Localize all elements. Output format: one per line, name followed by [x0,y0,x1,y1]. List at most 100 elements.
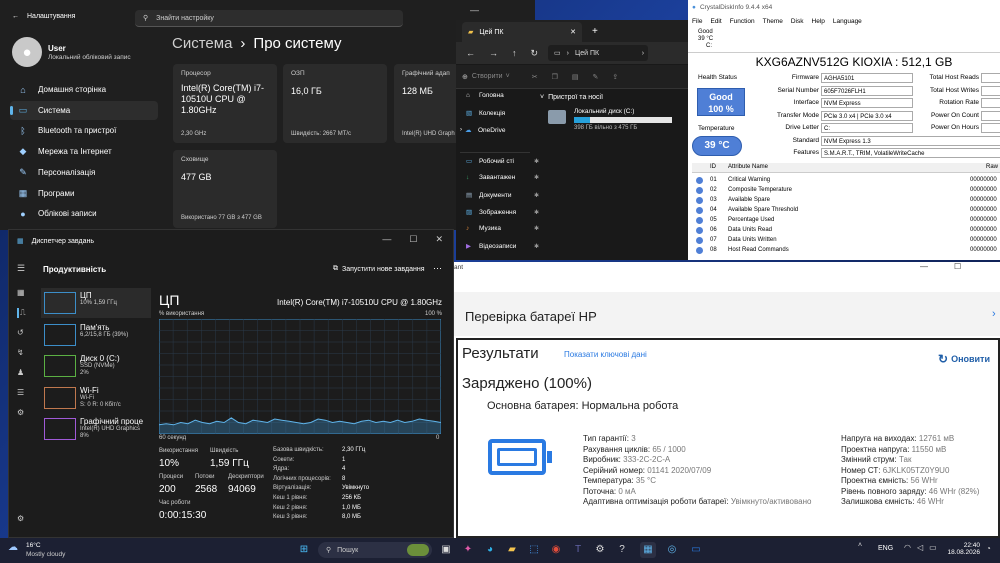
perf-item-1[interactable]: Пам'ять 6,2/15,8 ГБ (39%) [41,320,151,350]
settings-gear-icon[interactable]: ⚙ [17,514,24,523]
performance-icon[interactable]: ⎍ [17,308,26,318]
tray-chevron-icon[interactable]: ˄ [858,542,862,549]
smart-table-row[interactable]: 02 Composite Temperature 00000000 [692,186,1000,196]
sidebar-item-1[interactable]: ▭ Система [10,100,158,120]
explorer-nav-item-6[interactable]: ▨ Зображення ✱ [466,208,539,217]
smart-table-row[interactable]: 01 Critical Warning 00000000 [692,176,1000,186]
smart-table-row[interactable]: 03 Available Spare 00000000 [692,196,1000,206]
hp-taskbar-icon[interactable]: ▭ [688,542,704,558]
cdi-menu-item[interactable]: Edit [710,18,721,25]
clock[interactable]: 22:40 18.08.2026 [942,542,980,556]
wifi-icon[interactable]: ◠ [904,543,911,552]
run-new-task-button[interactable]: ⧉ Запустити нове завдання [333,265,425,273]
services-icon[interactable]: ⚙ [17,408,24,417]
smart-table-row[interactable]: 07 Data Units Written 00000000 [692,236,1000,246]
hamburger-icon[interactable]: ☰ [17,263,25,274]
cdi-menu-item[interactable]: File [692,18,702,25]
tm-minimize-button[interactable]: — [382,234,391,245]
rename-icon[interactable]: ✎ [592,73,598,81]
cdi-menu-item[interactable]: Function [730,18,755,25]
help-icon[interactable]: ? [614,542,630,558]
smart-table-row[interactable]: 05 Percentage Used 00000000 [692,216,1000,226]
app-history-icon[interactable]: ↺ [17,328,24,337]
app-icon-red[interactable]: ◉ [548,542,564,558]
language-indicator[interactable]: ENG [878,545,893,552]
battery-maximize-button[interactable]: ☐ [954,262,961,271]
battery-tray-icon[interactable]: ▭ [929,543,937,552]
volume-icon[interactable]: ◁ [917,543,923,552]
crystaldiskinfo-taskbar-icon[interactable]: ◎ [664,542,680,558]
explorer-nav-item-8[interactable]: ▶ Відеозаписи ✱ [466,242,539,251]
cdi-menu-item[interactable]: Language [833,18,862,25]
processes-icon[interactable]: ▦ [17,288,25,297]
perf-item-2[interactable]: Диск 0 (C:) SSD (NVMe) 2% [41,351,151,381]
weather-icon[interactable]: ☁ [8,542,18,553]
show-key-data-link[interactable]: Показати ключові дані [564,350,647,359]
battery-minimize-button[interactable]: — [920,262,928,271]
forward-icon[interactable]: → [489,48,498,58]
explorer-nav-item-0[interactable]: ⌂ Головна [466,92,504,99]
back-icon[interactable]: ← [466,48,475,58]
explorer-nav-item-3[interactable]: ▭ Робочий сті ✱ [466,157,539,166]
sidebar-item-5[interactable]: ▦ Програми [10,184,158,203]
battery-next-icon[interactable]: › [992,308,996,320]
notification-icon[interactable]: ◔ [986,544,991,553]
weather-text[interactable]: Mostly cloudy [26,551,65,558]
more-options-icon[interactable]: ⋯ [433,263,442,274]
explorer-nav-item-1[interactable]: ▧ Колекція [466,109,505,118]
create-button[interactable]: Створити [472,73,503,80]
drive-c-item[interactable]: Локальний диск (C:) 398 ГБ вільно з 475 … [548,108,688,134]
back-arrow-icon[interactable]: ← [12,13,19,20]
startup-apps-icon[interactable]: ↯ [17,348,24,357]
taskbar-search[interactable]: ⚲ Пошук [318,542,432,558]
refresh-button[interactable]: ↻ Оновити [938,352,990,366]
explorer-nav-item-2[interactable]: › ☁ OneDrive [460,126,505,135]
smart-table-row[interactable]: 04 Available Spare Threshold 00000000 [692,206,1000,216]
sidebar-item-6[interactable]: ● Облікові записи [10,204,158,223]
cdi-menu-item[interactable]: Help [812,18,825,25]
new-tab-button[interactable]: + [592,26,598,37]
temperature-box[interactable]: 39 °C [692,136,742,156]
smart-table-row[interactable]: 06 Data Units Read 00000000 [692,226,1000,236]
breadcrumb-root[interactable]: Система [172,35,232,52]
sidebar-item-3[interactable]: ◆ Мережа та Інтернет [10,142,158,161]
explorer-nav-item-7[interactable]: ♪ Музика ✱ [466,225,539,232]
avatar[interactable]: ● [12,37,42,67]
cdi-menu-item[interactable]: Disk [791,18,804,25]
explorer-nav-item-4[interactable]: ↓ Завантажен ✱ [466,174,539,181]
task-manager-taskbar-icon[interactable]: ▦ [640,542,656,558]
cut-icon[interactable]: ✂ [532,73,538,81]
details-icon[interactable]: ☰ [17,388,24,397]
cdi-disk-tab[interactable]: Good 39 °C C: [698,29,738,53]
devices-section[interactable]: ˅ Пристрої та носії [540,94,603,101]
minimize-button[interactable]: — [470,5,479,15]
tm-close-button[interactable]: ✕ [435,234,443,245]
explorer-taskbar-icon[interactable]: ▰ [504,542,520,558]
close-tab-icon[interactable]: ✕ [570,28,576,36]
store-icon[interactable]: ⬚ [526,542,542,558]
perf-item-3[interactable]: Wi-Fi Wi-Fi S: 0 R: 0 Кбіт/с [41,383,151,413]
copy-icon[interactable]: ❐ [552,73,558,81]
cdi-menu-item[interactable]: Theme [763,18,783,25]
create-plus-icon[interactable]: ⊕ [462,73,468,81]
refresh-icon[interactable]: ↻ [531,48,539,59]
edge-icon[interactable]: ◕ [482,542,498,558]
sidebar-item-2[interactable]: ᛒ Bluetooth та пристрої [10,121,158,140]
users-icon[interactable]: ♟ [17,368,24,377]
perf-item-4[interactable]: Графічний проце Intel(R) UHD Graphics 8% [41,414,151,444]
up-icon[interactable]: ↑ [512,48,517,58]
address-bar[interactable]: ▭ › Цей ПК › [548,45,649,61]
sidebar-item-0[interactable]: ⌂ Домашня сторінка [10,80,158,99]
sidebar-item-4[interactable]: ✎ Персоналізація [10,163,158,182]
perf-item-0[interactable]: ЦП 10% 1,59 ГГц [41,288,151,318]
weather-temp[interactable]: 16°C [26,542,41,549]
settings-search-box[interactable]: ⚲ Знайти настройку [135,10,403,27]
explorer-nav-item-5[interactable]: ▤ Документи ✱ [466,191,539,200]
tm-maximize-button[interactable]: ☐ [409,234,417,245]
copilot-icon[interactable]: ✦ [460,542,476,558]
task-view-icon[interactable]: ▣ [438,542,454,558]
paste-icon[interactable]: ▤ [572,73,579,81]
health-status-box[interactable]: Good 100 % [697,88,745,116]
explorer-tab[interactable]: ▰ Цей ПК ✕ [462,22,582,42]
start-icon[interactable]: ⊞ [296,542,312,558]
